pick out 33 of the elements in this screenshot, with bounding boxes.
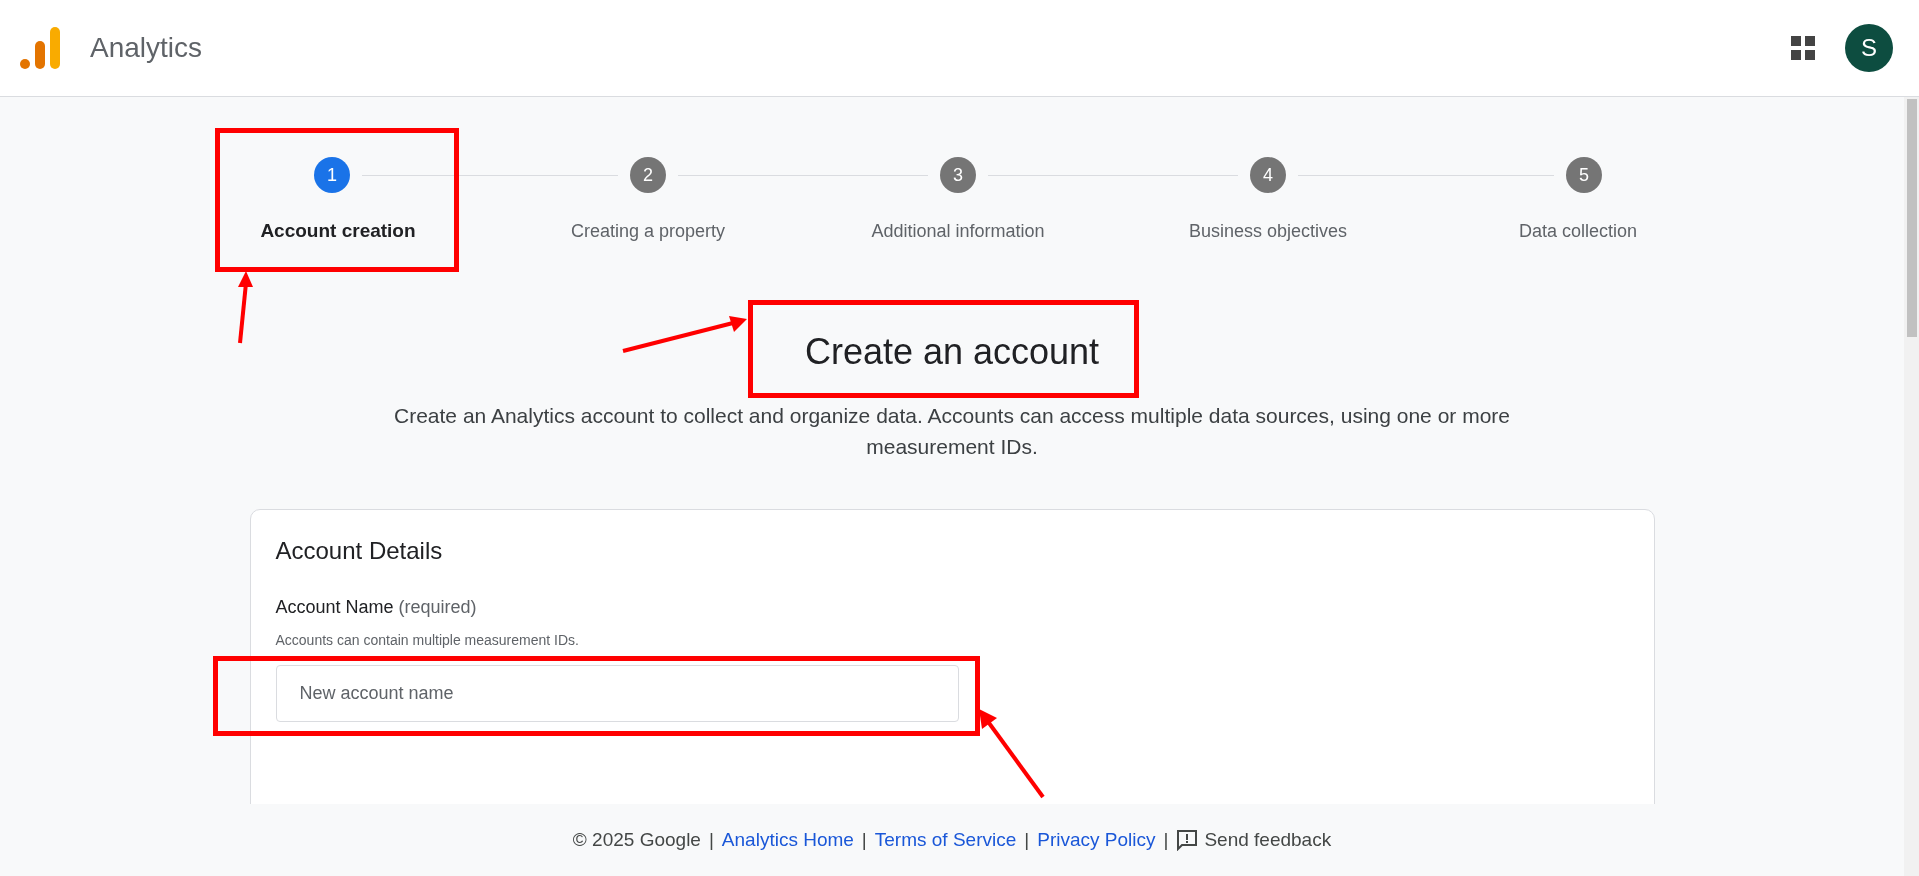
account-name-field[interactable]: New account name <box>275 665 959 722</box>
step-number[interactable]: 1 <box>314 157 350 193</box>
page-description: Create an Analytics account to collect and organize data. Accounts can access multiple data sources, using one or more measurement IDs. <box>393 403 1511 460</box>
step-label[interactable]: Data collection <box>1518 219 1638 243</box>
account-avatar[interactable]: S <box>1845 24 1893 72</box>
scrollbar[interactable] <box>1904 97 1919 876</box>
footer-link[interactable]: Terms of Service <box>874 825 1017 855</box>
step-label[interactable]: Account creation <box>260 219 416 243</box>
page-title: Create an account <box>804 330 1100 374</box>
field-label: Account Name <box>275 597 394 617</box>
step-label[interactable]: Additional information <box>871 219 1045 243</box>
send-feedback-button[interactable]: Send feedback <box>1176 825 1332 855</box>
step-label[interactable]: Business objectives <box>1188 219 1348 243</box>
step-label[interactable]: Creating a property <box>570 219 726 243</box>
card-title: Account Details <box>275 536 444 566</box>
feedback-icon <box>1176 829 1199 851</box>
copyright-text: © 2025 Google <box>572 827 701 852</box>
footer-link[interactable]: Privacy Policy <box>1037 825 1156 855</box>
field-helper-text: Accounts can contain multiple measurement IDs. <box>275 631 580 650</box>
step-number[interactable]: 4 <box>1250 157 1286 193</box>
separator: | <box>861 827 867 852</box>
step-number[interactable]: 2 <box>630 157 666 193</box>
analytics-logo-icon <box>20 25 62 71</box>
product-name: Analytics <box>90 31 203 65</box>
required-note: (required) <box>398 597 477 617</box>
step-number[interactable]: 3 <box>940 157 976 193</box>
step-number[interactable]: 5 <box>1566 157 1602 193</box>
apps-grid-icon[interactable] <box>1789 34 1817 62</box>
separator: | <box>708 827 714 852</box>
separator: | <box>1163 827 1169 852</box>
separator: | <box>1024 827 1030 852</box>
footer-link[interactable]: Analytics Home <box>721 825 854 855</box>
scrollbar-thumb[interactable] <box>1906 99 1917 337</box>
